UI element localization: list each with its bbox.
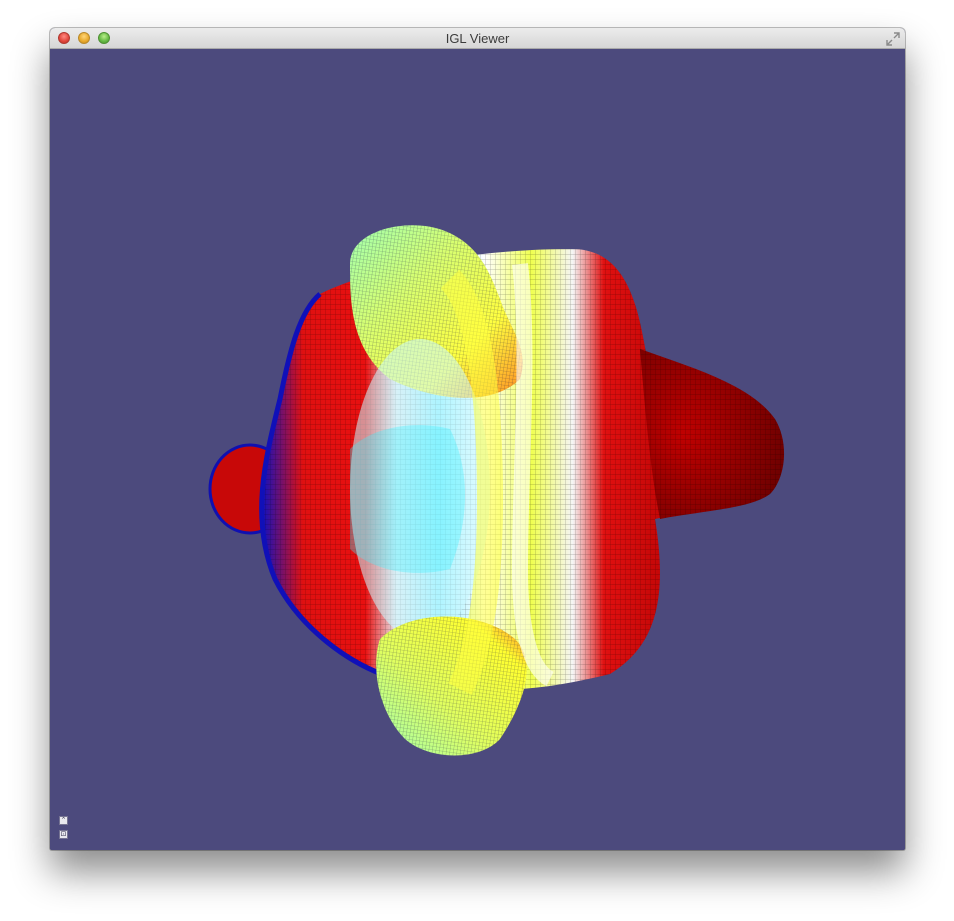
chevron-up-icon[interactable]: ⌃: [59, 816, 68, 825]
3d-viewport-canvas[interactable]: ⌃ ⊡: [50, 49, 905, 850]
title-bar[interactable]: IGL Viewer: [50, 28, 905, 49]
options-icon[interactable]: ⊡: [59, 830, 68, 839]
igl-viewer-window: IGL Viewer ⌃ ⊡: [50, 28, 905, 850]
window-title: IGL Viewer: [445, 31, 510, 46]
fullscreen-arrows-icon[interactable]: [886, 32, 900, 46]
colormapped-mesh: [208, 225, 785, 756]
